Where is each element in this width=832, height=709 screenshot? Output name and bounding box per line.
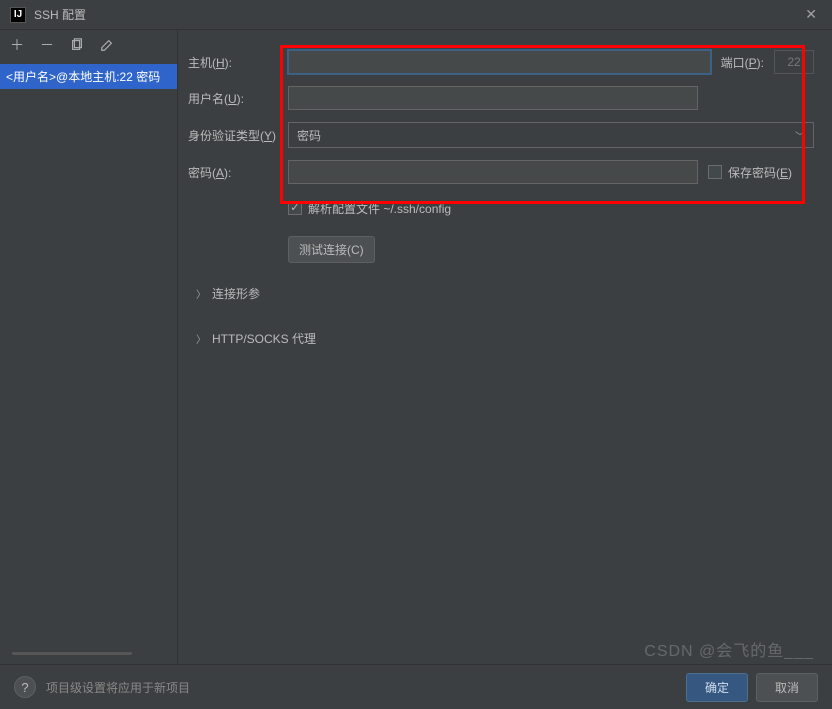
host-input[interactable] — [288, 50, 711, 74]
chevron-right-icon: 〉 — [196, 286, 206, 301]
port-label: 端口(P): — [721, 54, 764, 71]
password-label: 密码(A): — [188, 164, 288, 181]
chevron-right-icon: 〉 — [196, 331, 206, 346]
help-icon[interactable]: ? — [14, 676, 36, 698]
save-password-checkbox[interactable]: 保存密码(E) — [708, 164, 792, 181]
password-row: 密码(A): 保存密码(E) — [188, 160, 814, 184]
connection-params-label: 连接形参 — [212, 285, 260, 302]
username-input[interactable] — [288, 86, 698, 110]
scrollbar[interactable] — [12, 652, 132, 655]
add-icon[interactable]: ＋ — [10, 35, 24, 55]
host-row: 主机(H): 端口(P): — [188, 50, 814, 74]
proxy-label: HTTP/SOCKS 代理 — [212, 330, 316, 347]
bottom-hint: 项目级设置将应用于新项目 — [46, 679, 678, 696]
user-label: 用户名(U): — [188, 90, 288, 107]
close-icon[interactable]: ✕ — [800, 6, 822, 23]
bottom-bar: ? 项目级设置将应用于新项目 确定 取消 — [0, 664, 832, 709]
config-item[interactable]: <用户名>@本地主机:22 密码 — [0, 64, 177, 89]
sidebar: ＋ － <用户名>@本地主机:22 密码 — [0, 30, 178, 664]
chevron-down-icon: ﹀ — [795, 128, 805, 143]
connection-params-section[interactable]: 〉 连接形参 — [196, 285, 814, 302]
password-input[interactable] — [288, 160, 698, 184]
auth-row: 身份验证类型(Y) 密码 ﹀ — [188, 122, 814, 148]
auth-label: 身份验证类型(Y) — [188, 127, 288, 144]
window-title: SSH 配置 — [34, 6, 800, 23]
ok-button[interactable]: 确定 — [686, 673, 748, 702]
test-connection-button[interactable]: 测试连接(C) — [288, 236, 375, 263]
parse-config-row: 解析配置文件 ~/.ssh/config — [288, 196, 814, 220]
app-icon: IJ — [10, 7, 26, 23]
main-area: ＋ － <用户名>@本地主机:22 密码 主机(H): 端口(P): 用户名(U… — [0, 30, 832, 664]
remove-icon[interactable]: － — [40, 35, 54, 55]
checkbox-box — [708, 165, 722, 179]
sidebar-toolbar: ＋ － — [0, 30, 177, 60]
title-bar: IJ SSH 配置 ✕ — [0, 0, 832, 30]
save-password-label: 保存密码(E) — [728, 164, 792, 181]
config-list: <用户名>@本地主机:22 密码 — [0, 60, 177, 664]
port-input[interactable] — [774, 50, 814, 74]
proxy-section[interactable]: 〉 HTTP/SOCKS 代理 — [196, 330, 814, 347]
auth-type-value: 密码 — [297, 127, 321, 144]
host-label: 主机(H): — [188, 54, 288, 71]
edit-icon[interactable] — [100, 38, 114, 52]
parse-config-checkbox[interactable]: 解析配置文件 ~/.ssh/config — [288, 200, 451, 217]
form-panel: 主机(H): 端口(P): 用户名(U): 身份验证类型(Y) 密码 ﹀ — [178, 30, 832, 664]
auth-type-select[interactable]: 密码 ﹀ — [288, 122, 814, 148]
checkbox-box — [288, 201, 302, 215]
copy-icon[interactable] — [70, 38, 84, 52]
parse-config-label: 解析配置文件 ~/.ssh/config — [308, 200, 451, 217]
user-row: 用户名(U): — [188, 86, 814, 110]
cancel-button[interactable]: 取消 — [756, 673, 818, 702]
